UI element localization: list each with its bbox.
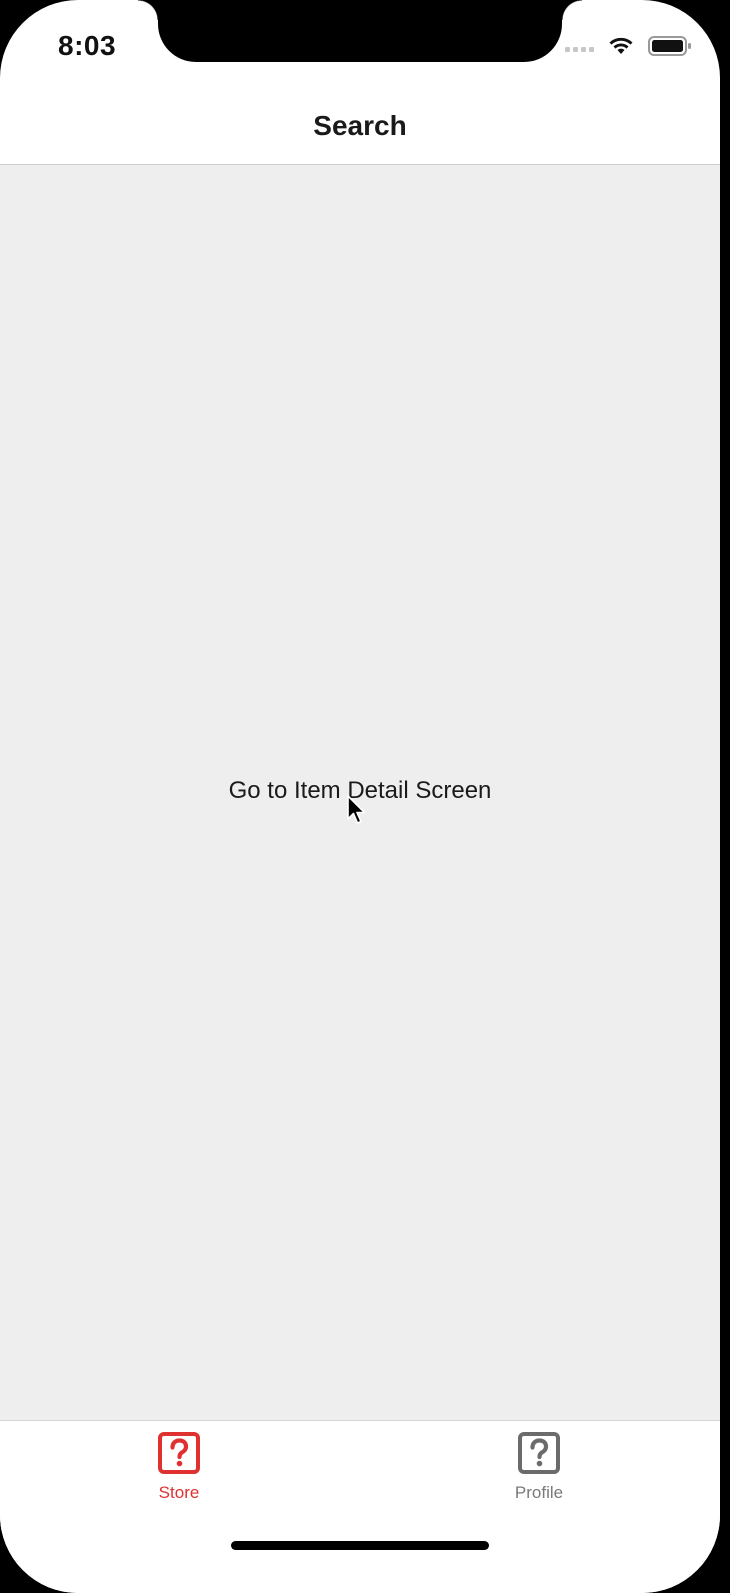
question-mark-box-icon — [158, 1432, 200, 1474]
cellular-signal-icon — [565, 40, 594, 52]
question-mark-box-icon — [518, 1432, 560, 1474]
status-icons — [565, 36, 692, 56]
mouse-pointer-icon — [347, 795, 366, 824]
tab-store-label: Store — [158, 1483, 200, 1502]
tab-profile-label: Profile — [514, 1483, 564, 1502]
tab-store[interactable]: Store — [119, 1431, 239, 1503]
home-indicator[interactable] — [231, 1541, 489, 1550]
wifi-icon — [609, 37, 633, 54]
device-notch — [138, 0, 582, 62]
phone-screen: 8:03 Search Go to Item Detail Screen Sto… — [0, 0, 720, 1593]
tab-profile[interactable]: Profile — [479, 1431, 599, 1503]
status-time: 8:03 — [58, 30, 117, 61]
tab-bar: Store Profile — [0, 1420, 720, 1593]
battery-icon — [648, 36, 691, 56]
main-content: Go to Item Detail Screen — [0, 165, 720, 1420]
page-title: Search — [313, 110, 407, 141]
navigation-bar: Search — [0, 90, 720, 165]
